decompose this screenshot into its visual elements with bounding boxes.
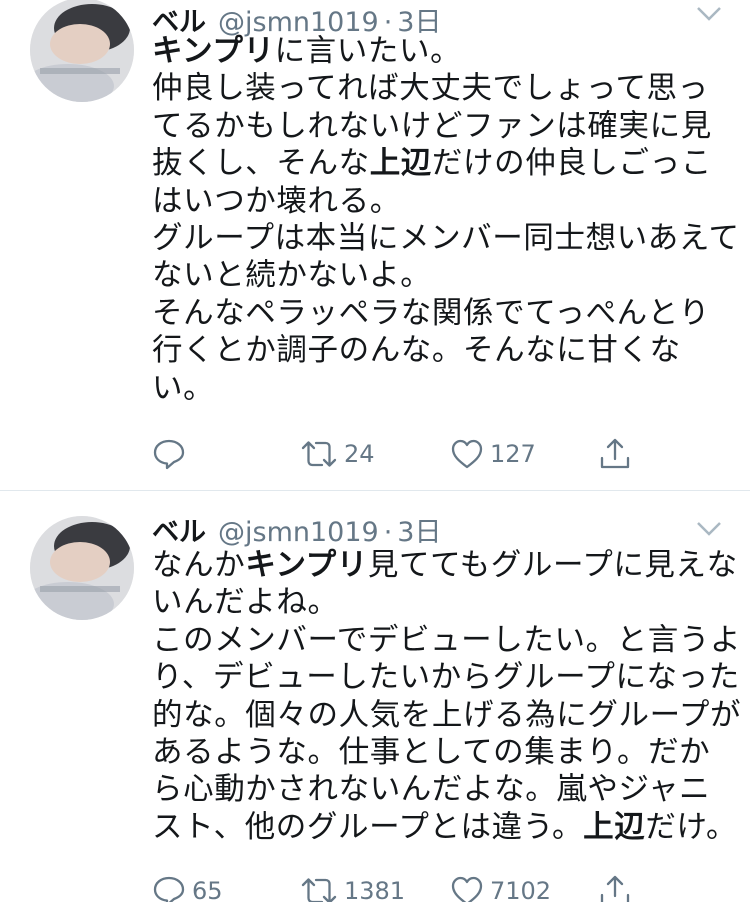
more-options-button[interactable]	[694, 4, 724, 24]
text-segment: り、デビューしたいからグループになった	[152, 660, 740, 696]
text-line: このメンバーでデビューしたい。と言うよ	[152, 622, 740, 659]
like-button[interactable]: 127	[450, 434, 536, 474]
like-button[interactable]: 7102	[450, 871, 551, 902]
text-segment: だけ。	[645, 809, 738, 845]
reply-count: 65	[192, 877, 223, 902]
like-icon	[451, 876, 483, 902]
text-line: り、デビューしたいからグループになった	[152, 659, 739, 696]
display-name[interactable]: ベル	[152, 510, 206, 549]
avatar[interactable]	[30, 516, 134, 620]
text-segment: グループは本当にメンバー同士想いあえて	[152, 221, 740, 257]
text-segment: だけの仲良しごっこ	[431, 146, 712, 182]
text-segment: 抜くし、そんな	[152, 146, 370, 182]
text-segment: 仲良し装ってれば大丈夫でしょって思っ	[152, 71, 709, 107]
text-segment: あるような。仕事としての集まり。だか	[152, 735, 711, 771]
text-segment: 的な。個々の人気を上げる為にグループが	[152, 697, 742, 733]
text-segment: てるかもしれないけどファンは確実に見	[152, 108, 712, 144]
retweet-icon	[301, 441, 337, 467]
text-line: 行くとか調子のんな。そんなに甘くな	[152, 332, 732, 369]
like-count: 7102	[490, 877, 552, 902]
user-handle[interactable]: @jsmn1019	[218, 517, 379, 548]
share-icon	[600, 875, 630, 902]
text-line: 抜くし、そんな上辺だけの仲良しごっこ	[152, 145, 732, 182]
reply-button[interactable]: 65	[152, 871, 223, 902]
text-segment: 上辺	[583, 809, 646, 845]
retweet-button[interactable]: 24	[300, 434, 375, 474]
share-button[interactable]	[598, 434, 632, 474]
text-line: てるかもしれないけどファンは確実に見	[152, 108, 732, 145]
text-line: なんかキンプリ見ててもグループに見えな	[152, 547, 737, 584]
tweet-text: キンプリに言いたい。 仲良し装ってれば大丈夫でしょって思っ てるかもしれないけど…	[152, 33, 739, 407]
text-segment: 行くとか調子のんな。そんなに甘くな	[152, 333, 681, 369]
retweet-icon	[301, 878, 337, 902]
avatar-photo	[30, 516, 134, 620]
text-segment: スト、他のグループとは違う。	[152, 809, 584, 845]
text-segment: いんだよね。	[152, 585, 339, 621]
reply-icon	[153, 439, 185, 470]
text-line: いんだよね。	[152, 584, 732, 621]
text-line: ら心動かされないんだよな。嵐やジャニ	[152, 771, 732, 808]
avatar-photo	[30, 0, 134, 102]
text-line: い。	[152, 370, 732, 407]
share-button[interactable]	[598, 871, 632, 902]
text-line: そんなペラッペラな関係でてっぺんとり	[152, 295, 732, 332]
text-segment: ら心動かされないんだよな。嵐やジャニ	[152, 772, 711, 808]
text-line: はいつか壊れる。	[152, 183, 732, 220]
text-segment: い。	[152, 370, 215, 406]
text-segment: に言いたい。	[274, 34, 462, 69]
text-segment: 見ててもグループに見えな	[367, 548, 738, 583]
text-segment: このメンバーでデビューしたい。と言うよ	[152, 622, 742, 658]
text-segment: キンプリ	[152, 34, 275, 69]
retweet-button[interactable]: 1381	[300, 871, 405, 902]
text-line: あるような。仕事としての集まり。だか	[152, 734, 732, 771]
text-line: スト、他のグループとは違う。上辺だけ。	[152, 809, 737, 846]
text-line: キンプリに言いたい。	[152, 33, 732, 70]
text-segment: ないと続かないよ。	[152, 258, 432, 294]
separator-dot: ·	[383, 517, 393, 548]
text-segment: 上辺	[369, 146, 432, 182]
like-icon	[451, 439, 483, 469]
text-line: 仲良し装ってれば大丈夫でしょって思っ	[152, 70, 732, 107]
tweet-text: なんかキンプリ見ててもグループに見えな いんだよね。 このメンバーでデビューした…	[152, 547, 740, 846]
retweet-count: 24	[344, 440, 375, 468]
tweet-1[interactable]: ベル @jsmn1019 · 3日 キンプリに言いたい。 仲良し装ってれば大丈夫…	[0, 0, 750, 490]
text-segment: そんなペラッペラな関係でてっぺんとり	[152, 295, 710, 331]
avatar[interactable]	[30, 0, 134, 102]
text-segment: はいつか壊れる。	[152, 183, 401, 219]
retweet-count: 1381	[344, 877, 406, 902]
text-line: ないと続かないよ。	[152, 257, 732, 294]
text-segment: なんか	[152, 548, 246, 583]
share-icon	[600, 438, 630, 469]
more-options-button[interactable]	[694, 519, 724, 539]
text-line: グループは本当にメンバー同士想いあえて	[152, 220, 739, 257]
reply-icon	[153, 876, 185, 902]
text-line: 的な。個々の人気を上げる為にグループが	[152, 697, 740, 734]
reply-button[interactable]	[152, 434, 192, 474]
text-segment: キンプリ	[245, 548, 368, 583]
tweet-2[interactable]: ベル @jsmn1019 · 3日 なんかキンプリ見ててもグループに見えな いん…	[0, 491, 750, 902]
like-count: 127	[490, 440, 536, 468]
timestamp[interactable]: 3日	[397, 510, 441, 549]
chevron-down-icon	[697, 522, 721, 536]
chevron-down-icon	[697, 7, 721, 21]
